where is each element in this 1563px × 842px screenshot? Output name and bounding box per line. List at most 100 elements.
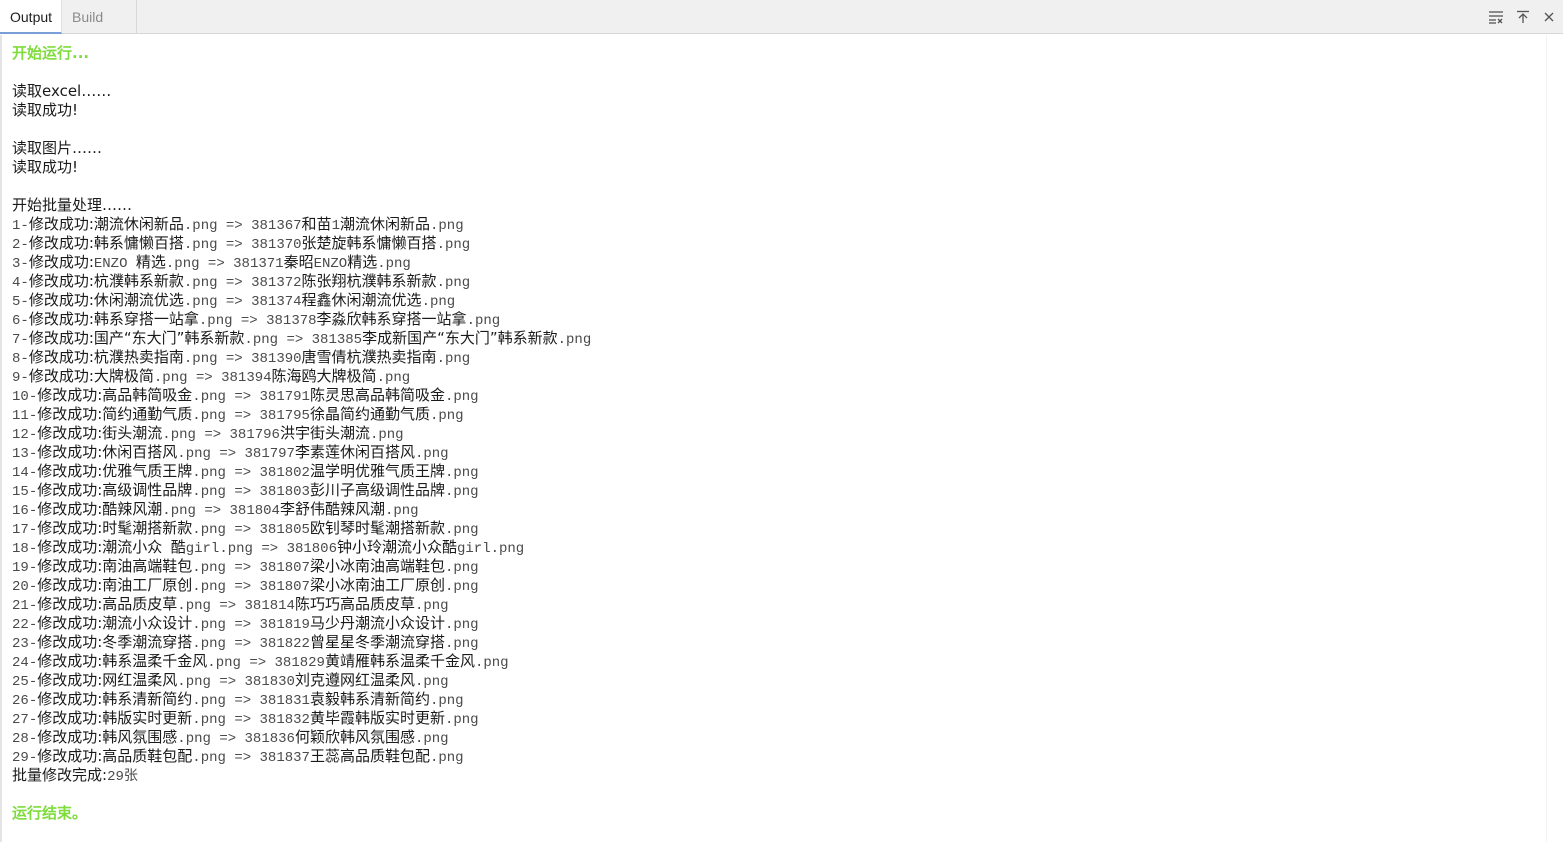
log-entry: 1-修改成功:潮流休闲新品.png => 381367和苗1潮流休闲新品.png: [12, 215, 591, 234]
filename-text-part: 高品质鞋包配: [102, 747, 193, 765]
filename-ascii-part: 381836: [244, 731, 295, 747]
log-entry: 4-修改成功:杭濮韩系新款.png => 381372陈张翔杭濮韩系新款.png: [12, 272, 591, 291]
entry-arrow: [200, 256, 208, 272]
filename-ascii-part: .png: [466, 313, 501, 329]
entry-source-file: 高品质皮草.png: [102, 595, 211, 614]
entry-target-file: 381807梁小冰南油工厂原创.png: [259, 576, 479, 595]
log-entry: 19-修改成功:南油高端鞋包.png => 381807梁小冰南油高端鞋包.pn…: [12, 557, 591, 576]
filename-ascii-part: 381802: [259, 465, 310, 481]
entry-status: 修改成功:: [28, 215, 94, 233]
entry-arrow-symbol: =>: [234, 484, 252, 500]
entry-target-file: 381830刘克遵网红温柔风.png: [245, 671, 449, 690]
entry-space: [251, 560, 259, 576]
close-icon[interactable]: [1540, 8, 1558, 26]
filename-ascii-part: 381807: [259, 579, 310, 595]
log-entry: 7-修改成功:国产“东大门”韩系新款.png => 381385李成新国产“东大…: [12, 329, 591, 348]
entry-source-file: 时髦潮搭新款.png: [102, 519, 226, 538]
filename-ascii-part: .png: [192, 693, 226, 709]
filename-ascii-part: 381819: [259, 617, 310, 633]
entry-space: [258, 313, 266, 329]
entry-space: [243, 237, 251, 253]
filename-text-part: 黄毕霞韩版实时更新: [309, 709, 445, 727]
filename-ascii-part: 381371: [233, 256, 284, 272]
entry-arrow-symbol: =>: [219, 731, 237, 747]
entry-dash: -: [28, 465, 38, 481]
status-start: 开始运行...: [12, 44, 90, 62]
entry-space: [236, 598, 244, 614]
scroll-to-top-icon[interactable]: [1514, 8, 1532, 26]
filename-ascii-part: 381394: [221, 370, 272, 386]
entry-index: 26: [12, 693, 29, 709]
filename-ascii-part: .png: [444, 712, 479, 728]
filename-ascii-part: .png: [177, 674, 211, 690]
entry-space: [251, 636, 259, 652]
filename-text-part: 大牌极简: [93, 367, 154, 385]
filename-text-part: 袁毅韩系清新简约: [309, 690, 430, 708]
entry-status: 修改成功:: [37, 728, 103, 746]
filename-text-part: 徐晶简约通勤气质: [309, 405, 430, 423]
filename-text-part: 欧钊琴时髦潮搭新款: [309, 519, 445, 537]
filename-ascii-part: .png: [192, 617, 226, 633]
entry-source-file: 韩版实时更新.png: [102, 709, 226, 728]
filename-text-part: 精选: [347, 253, 378, 271]
entry-space: [303, 332, 311, 348]
filename-text-part: 精选: [135, 253, 166, 271]
filename-ascii-part: ENZO: [313, 256, 348, 272]
filename-ascii-part: ENZO: [93, 256, 136, 272]
filename-text-part: 潮流小众设计: [102, 614, 193, 632]
filename-ascii-part: 381797: [244, 446, 295, 462]
entry-source-file: 网红温柔风.png: [102, 671, 211, 690]
filename-ascii-part: .png: [444, 465, 479, 481]
filename-text-part: 温学明优雅气质王牌: [309, 462, 445, 480]
filename-ascii-part: .png: [436, 351, 471, 367]
entry-arrow: [218, 237, 226, 253]
filename-ascii-part: 381791: [259, 389, 310, 405]
filename-ascii-part: .png: [414, 598, 449, 614]
filename-text-part: 张楚旋韩系慵懒百搭: [301, 234, 437, 252]
entry-space: [251, 579, 259, 595]
entry-status: 修改成功:: [37, 557, 103, 575]
filename-text-part: 南油工厂原创: [102, 576, 193, 594]
filename-text-part: 时髦潮搭新款: [102, 519, 193, 537]
filename-ascii-part: .png: [444, 522, 479, 538]
filename-text-part: 简约通勤气质: [102, 405, 193, 423]
filename-text-part: 优雅气质王牌: [102, 462, 193, 480]
entry-target-file: 381814陈巧巧高品质皮草.png: [245, 595, 449, 614]
tab-output[interactable]: Output: [0, 0, 62, 34]
entry-arrow-symbol: =>: [225, 237, 243, 253]
filename-ascii-part: .png: [244, 332, 279, 348]
filename-ascii-part: [162, 541, 170, 557]
batch-done-label: 批量修改完成:: [12, 766, 108, 784]
log-entry: 26-修改成功:韩系清新简约.png => 381831袁毅韩系清新简约.png: [12, 690, 591, 709]
filename-ascii-part: 381385: [311, 332, 363, 348]
entry-arrow-symbol: =>: [219, 598, 237, 614]
entry-space: [251, 712, 259, 728]
log-read-images: 读取图片……: [12, 139, 103, 157]
entry-status: 修改成功:: [37, 747, 103, 765]
filename-ascii-part: 381796: [229, 427, 280, 443]
filename-ascii-part: 381795: [259, 408, 310, 424]
filename-ascii-part: .png: [436, 237, 471, 253]
batch-done-count: 29张: [107, 769, 138, 785]
entry-status: 修改成功:: [37, 576, 103, 594]
output-log: 开始运行... 读取excel…… 读取成功! 读取图片…… 读取成功! 开始批…: [12, 44, 591, 823]
filename-ascii-part: .png: [192, 389, 226, 405]
entry-space: [251, 693, 259, 709]
filename-text-part: 国产“东大门”韩系新款: [93, 329, 245, 347]
tab-build-log[interactable]: Build Log: [62, 0, 137, 59]
entry-arrow-symbol: =>: [234, 636, 252, 652]
entry-arrow-symbol: =>: [234, 617, 252, 633]
clear-output-icon[interactable]: [1487, 8, 1505, 26]
log-entry: 2-修改成功:韩系慵懒百搭.png => 381370张楚旋韩系慵懒百搭.png: [12, 234, 591, 253]
entry-source-file: 南油工厂原创.png: [102, 576, 226, 595]
entry-dash: -: [28, 731, 38, 747]
entry-status: 修改成功:: [37, 538, 103, 556]
entry-dash: -: [28, 598, 38, 614]
entry-space: [266, 655, 274, 671]
filename-text-part: 曾星星冬季潮流穿搭: [309, 633, 445, 651]
vertical-scrollbar[interactable]: [1546, 35, 1563, 842]
filename-ascii-part: .png: [192, 712, 226, 728]
entry-space: [251, 522, 259, 538]
entry-arrow-symbol: =>: [234, 693, 252, 709]
log-entry: 12-修改成功:街头潮流.png => 381796洪宇街头潮流.png: [12, 424, 591, 443]
